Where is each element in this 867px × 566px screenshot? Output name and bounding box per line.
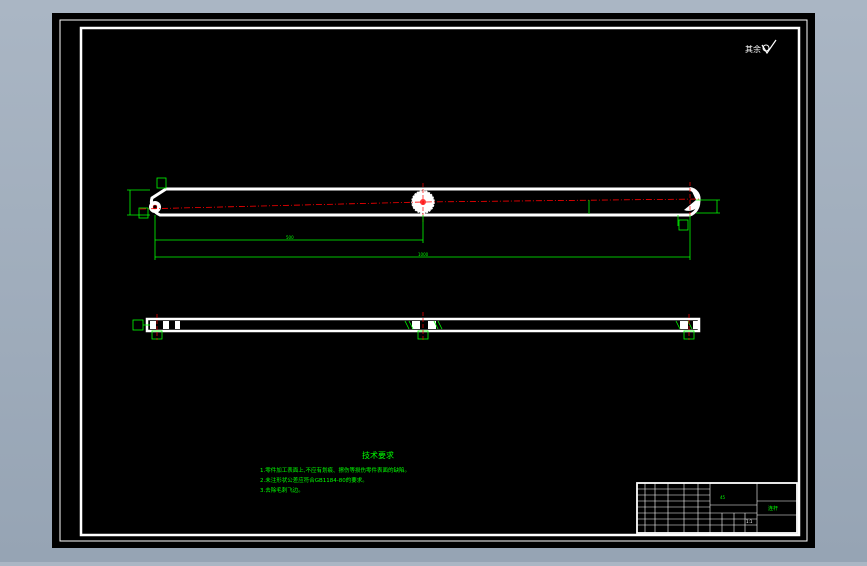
scale-value: 1:1 — [746, 519, 753, 524]
note-1: 1.零件加工表面上,不应有划痕、擦伤等损伤零件表面的缺陷。 — [260, 466, 410, 474]
drawing-sheet — [52, 13, 815, 548]
dim-center-span: 500 — [286, 235, 294, 240]
note-2: 2.未注形状公差应符合GB1184-80的要求。 — [260, 476, 368, 484]
dim-overall-span: 1000 — [418, 252, 429, 257]
material-value: 45 — [720, 495, 726, 500]
cad-viewport: 其余 500 1000 技术要求 1.零件加工表面上,不应有划痕、擦伤等损伤零件… — [0, 0, 867, 562]
note-3: 3.去除毛刺飞边。 — [260, 486, 304, 494]
notes-title: 技术要求 — [362, 450, 394, 460]
roughness-label: 其余 — [745, 44, 761, 54]
part-name: 连杆 — [768, 505, 778, 512]
drawing-canvas: 其余 500 1000 技术要求 1.零件加工表面上,不应有划痕、擦伤等损伤零件… — [52, 13, 815, 548]
